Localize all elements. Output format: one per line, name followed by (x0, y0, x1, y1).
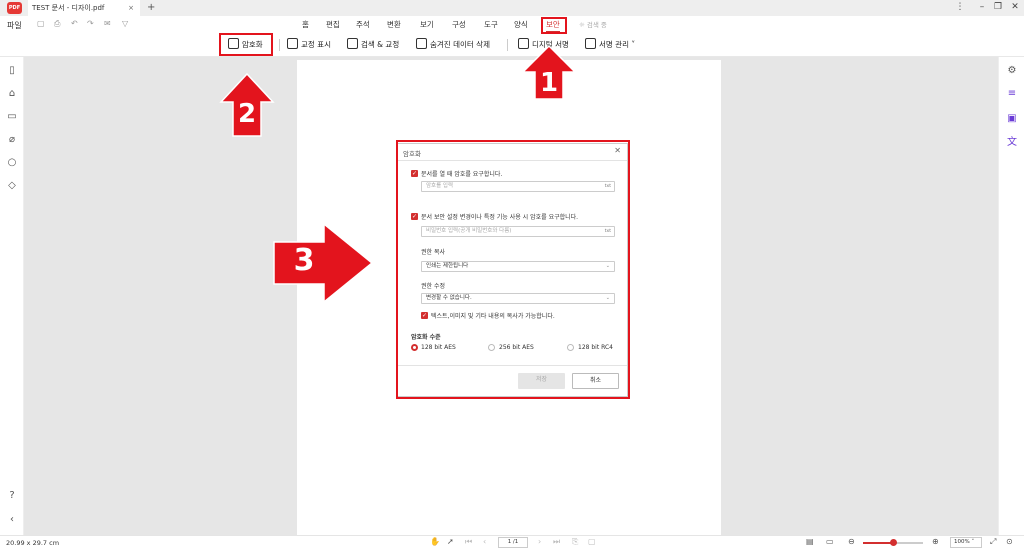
pdf-app-logo: PDF (7, 2, 22, 14)
new-tab-button[interactable]: + (147, 0, 155, 15)
more-options-icon[interactable]: ⋮ (950, 0, 970, 16)
chevron-down-icon: ˅ (969, 539, 975, 545)
zoom-in-icon[interactable]: ⊕ (932, 537, 939, 546)
zoom-slider[interactable] (863, 539, 923, 546)
remove-hidden-data-button[interactable]: 숨겨진 데이터 삭제 (416, 37, 490, 53)
display-mode-icon[interactable]: ▭ (826, 537, 834, 546)
search-redact-label: 검색 & 교정 (361, 40, 400, 49)
search-redact-icon (347, 38, 358, 49)
fit-page-icon[interactable]: ▢ (588, 537, 596, 546)
sign-manage-label: 서명 관리 (599, 40, 629, 49)
rotate-icon[interactable]: ⎘ (572, 537, 578, 547)
ai-bulb-icon: ☼ (579, 21, 587, 29)
status-bar: 20.99 x 29.7 cm ✋ ➚ ⏮ ‹ 1 /1 › ⏭ ⎘ ▢ ▤ ▭… (0, 535, 1024, 550)
translate-icon[interactable]: 文 (1006, 137, 1018, 149)
next-page-icon[interactable]: › (538, 537, 541, 546)
comment-icon[interactable]: ▭ (6, 111, 18, 123)
menu-convert[interactable]: 변환 (387, 19, 401, 30)
close-window-button[interactable]: ✕ (1005, 0, 1024, 16)
left-sidebar: ▯ ⌂ ▭ ⌀ ○ ◇ ? ‹ (0, 57, 24, 535)
ribbon: 파일 ▢ ⎙ ↶ ↷ ✉ ▽ 홈 편집 주석 변환 보기 구성 도구 양식 보안… (0, 16, 1024, 57)
menu-home[interactable]: 홈 (302, 19, 309, 30)
first-page-icon[interactable]: ⏮ (465, 537, 472, 547)
zoom-slider-thumb[interactable] (890, 539, 897, 546)
ai-search-label: 검색 중 (586, 21, 607, 29)
redaction-mark-button[interactable]: 교정 표시 (287, 37, 331, 53)
menu-comment[interactable]: 주석 (356, 19, 370, 30)
annotation-step-1: 1 (539, 68, 559, 98)
chevron-down-icon: ˅ (628, 40, 636, 49)
annotation-box-security-tab (541, 17, 567, 34)
mail-icon[interactable]: ✉ (104, 19, 111, 28)
dropdown-icon[interactable]: ▽ (122, 19, 128, 28)
collapse-left-icon[interactable]: ‹ (6, 514, 18, 526)
redaction-mark-label: 교정 표시 (301, 40, 331, 49)
document-tab-title: TEST 문서 - 디자이.pdf (32, 4, 105, 12)
sign-manage-button[interactable]: 서명 관리 ˅ (585, 37, 635, 53)
search-redact-button[interactable]: 검색 & 교정 (347, 37, 399, 53)
hand-tool-icon[interactable]: ✋ (430, 537, 440, 546)
view-mode-icon[interactable]: ▤ (806, 537, 814, 546)
menu-edit[interactable]: 편집 (326, 19, 340, 30)
menu-view[interactable]: 보기 (420, 19, 434, 30)
zoom-out-icon[interactable]: ⊖ (848, 537, 855, 546)
save-icon[interactable]: ▢ (37, 19, 45, 28)
fullscreen-icon[interactable]: ⤢ (990, 537, 996, 547)
attachment-icon[interactable]: ⌀ (6, 134, 18, 146)
help-icon[interactable]: ? (6, 490, 18, 502)
layers-icon[interactable]: ◇ (6, 180, 18, 192)
page-number-input[interactable]: 1 /1 (498, 537, 528, 548)
toolbar-separator (507, 39, 508, 51)
properties-icon[interactable]: ⚙ (1006, 65, 1018, 77)
print-icon[interactable]: ⎙ (54, 19, 60, 29)
sign-manage-icon (585, 38, 596, 49)
toolbar-separator (279, 39, 280, 51)
select-tool-icon[interactable]: ➚ (447, 537, 454, 546)
settings-icon[interactable]: ⊙ (1006, 537, 1013, 546)
annotation-step-3: 3 (293, 243, 315, 278)
zoom-select[interactable]: 100% ˅ (950, 537, 982, 548)
remove-hidden-icon (416, 38, 427, 49)
last-page-icon[interactable]: ⏭ (553, 537, 560, 547)
file-menu[interactable]: 파일 (7, 20, 22, 31)
title-bar: PDF TEST 문서 - 디자이.pdf × + ⋮ – ❐ ✕ (0, 0, 1024, 16)
document-tab[interactable]: TEST 문서 - 디자이.pdf × (28, 0, 140, 16)
search-icon[interactable]: ○ (6, 157, 18, 169)
remove-hidden-label: 숨겨진 데이터 삭제 (430, 40, 490, 49)
redaction-icon (287, 38, 298, 49)
annotation-box-encrypt-button (219, 33, 273, 56)
prev-page-icon[interactable]: ‹ (483, 537, 486, 546)
ai-list-icon[interactable]: ≡ (1006, 88, 1018, 100)
ai-search[interactable]: ☼ 검색 중 (579, 19, 607, 29)
ai-chat-icon[interactable]: ▣ (1006, 113, 1018, 125)
undo-icon[interactable]: ↶ (71, 19, 78, 28)
menu-organize[interactable]: 구성 (452, 19, 466, 30)
tab-close-icon[interactable]: × (128, 0, 134, 16)
zoom-value: 100% (954, 539, 970, 545)
annotation-box-dialog (396, 140, 630, 399)
page-size-label: 20.99 x 29.7 cm (6, 539, 60, 547)
bookmark-icon[interactable]: ⌂ (6, 88, 18, 100)
menu-forms[interactable]: 양식 (514, 19, 528, 30)
right-sidebar: ⚙ ≡ ▣ 文 (998, 57, 1024, 535)
menu-tools[interactable]: 도구 (484, 19, 498, 30)
redo-icon[interactable]: ↷ (87, 19, 94, 28)
zoom-slider-fill (863, 542, 893, 544)
annotation-step-2: 2 (237, 99, 257, 129)
page-thumbnail-icon[interactable]: ▯ (6, 65, 18, 77)
